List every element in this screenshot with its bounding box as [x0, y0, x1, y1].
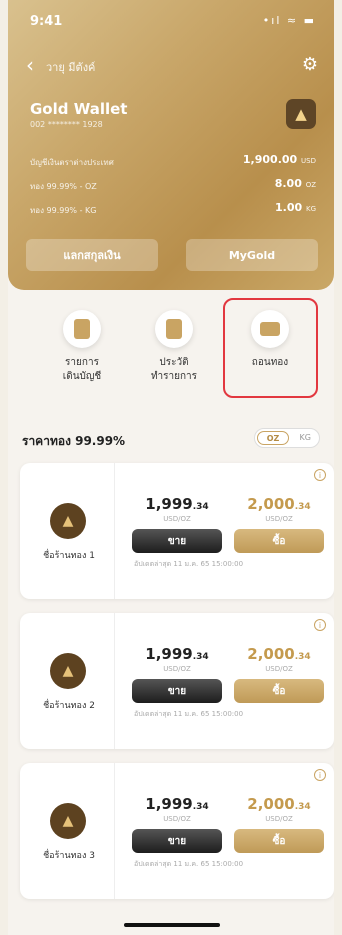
- sell-button[interactable]: ขาย: [132, 529, 222, 553]
- buy-button[interactable]: ซื้อ: [234, 679, 324, 703]
- action-statement[interactable]: รายการ เดินบัญชี: [42, 310, 122, 384]
- shop-name: ชื่อร้านทอง 3: [43, 851, 95, 861]
- buy-price: 2,000.34: [247, 645, 311, 663]
- last-updated: อัปเดตล่าสุด 11 ม.ค. 65 15:00:00: [134, 860, 244, 868]
- buy-unit: USD/OZ: [265, 665, 293, 673]
- history-icon: [155, 310, 193, 348]
- buy-unit: USD/OZ: [265, 515, 293, 523]
- toggle-kg[interactable]: KG: [300, 433, 311, 442]
- withdraw-gold-highlight: [223, 298, 318, 398]
- exchange-currency-button[interactable]: แลกสกุลเงิน: [26, 239, 158, 271]
- gold-kg-value: 1.00 KG: [275, 201, 316, 214]
- action-history[interactable]: ประวัติ ทำรายการ: [134, 310, 214, 384]
- wallet-title: Gold Wallet: [30, 100, 128, 118]
- fx-account-label: บัญชีเงินตราต่างประเทศ: [30, 158, 114, 167]
- gear-icon[interactable]: ⚙: [302, 54, 318, 75]
- shop-card: ▲ ชื่อร้านทอง 1 i 1,999.34 2,000.34 USD/…: [20, 463, 334, 599]
- sell-price: 1,999.34: [145, 495, 209, 513]
- buy-button[interactable]: ซื้อ: [234, 829, 324, 853]
- sell-unit: USD/OZ: [163, 665, 191, 673]
- fx-account-value: 1,900.00 USD: [242, 153, 316, 166]
- system-icons: •ıl ≈ ▬: [262, 14, 316, 27]
- sell-price: 1,999.34: [145, 645, 209, 663]
- back-chevron-icon[interactable]: ‹: [26, 55, 34, 75]
- sell-price: 1,999.34: [145, 795, 209, 813]
- shop-name: ชื่อร้านทอง 2: [43, 701, 95, 711]
- sell-unit: USD/OZ: [163, 815, 191, 823]
- sell-unit: USD/OZ: [163, 515, 191, 523]
- gold-bars-icon: ▲: [286, 99, 316, 129]
- shop-gold-icon: ▲: [50, 803, 86, 839]
- statement-icon: [63, 310, 101, 348]
- shop-card: ▲ ชื่อร้านทอง 3 i 1,999.34 2,000.34 USD/…: [20, 763, 334, 899]
- mygold-button[interactable]: MyGold: [186, 239, 318, 271]
- unit-toggle[interactable]: OZ KG: [254, 428, 320, 448]
- last-updated: อัปเดตล่าสุด 11 ม.ค. 65 15:00:00: [134, 710, 244, 718]
- sell-button[interactable]: ขาย: [132, 829, 222, 853]
- toggle-oz[interactable]: OZ: [257, 431, 289, 445]
- info-icon[interactable]: i: [314, 619, 326, 631]
- buy-unit: USD/OZ: [265, 815, 293, 823]
- buy-button[interactable]: ซื้อ: [234, 529, 324, 553]
- home-indicator[interactable]: [124, 923, 220, 927]
- phone-screen: 9:41 •ıl ≈ ▬ ‹ วายุ มีตังค์ ⚙ Gold Walle…: [8, 0, 334, 935]
- shop-gold-icon: ▲: [50, 653, 86, 689]
- shop-card: ▲ ชื่อร้านทอง 2 i 1,999.34 2,000.34 USD/…: [20, 613, 334, 749]
- wallet-account-number: 002 ******** 1928: [30, 120, 103, 129]
- info-icon[interactable]: i: [314, 469, 326, 481]
- buy-price: 2,000.34: [247, 495, 311, 513]
- buy-price: 2,000.34: [247, 795, 311, 813]
- sell-button[interactable]: ขาย: [132, 679, 222, 703]
- gold-oz-label: ทอง 99.99% - OZ: [30, 182, 97, 191]
- back-user-name[interactable]: วายุ มีตังค์: [46, 58, 95, 76]
- info-icon[interactable]: i: [314, 769, 326, 781]
- shop-gold-icon: ▲: [50, 503, 86, 539]
- gold-price-title: ราคาทอง 99.99%: [22, 434, 126, 448]
- shop-name: ชื่อร้านทอง 1: [43, 551, 95, 561]
- status-time: 9:41: [30, 14, 63, 29]
- gold-kg-label: ทอง 99.99% - KG: [30, 206, 97, 215]
- last-updated: อัปเดตล่าสุด 11 ม.ค. 65 15:00:00: [134, 560, 244, 568]
- status-bar: 9:41 •ıl ≈ ▬: [8, 0, 334, 40]
- gold-wallet-header: 9:41 •ıl ≈ ▬ ‹ วายุ มีตังค์ ⚙ Gold Walle…: [8, 0, 334, 290]
- gold-oz-value: 8.00 OZ: [274, 177, 316, 190]
